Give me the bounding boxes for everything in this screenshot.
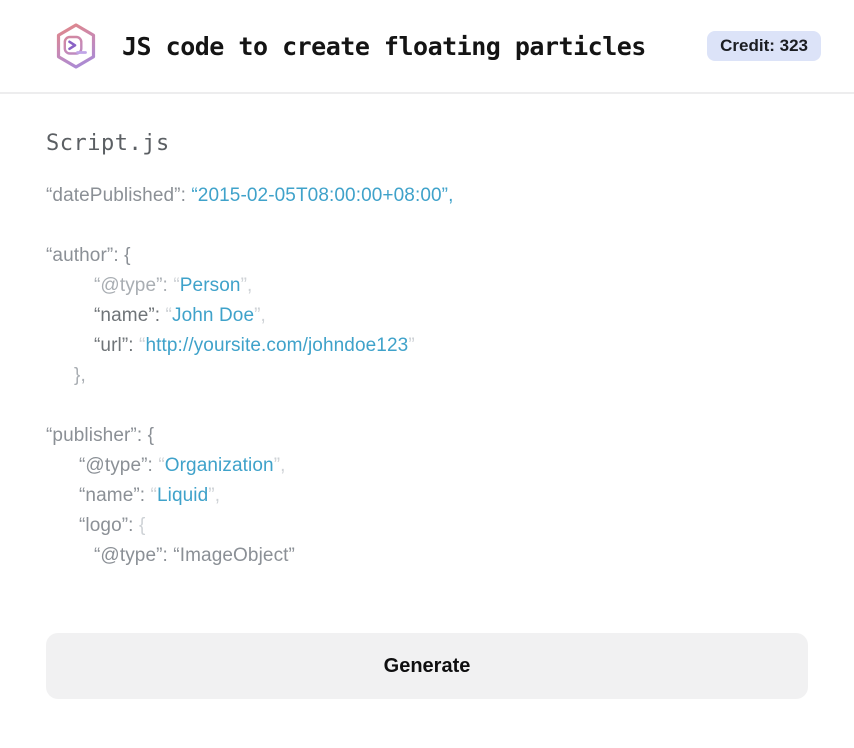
code-line: }, bbox=[46, 361, 808, 391]
code-line: “datePublished”: “2015-02-05T08:00:00+08… bbox=[46, 181, 808, 211]
header: JS code to create floating particles Cre… bbox=[0, 0, 854, 94]
code-line: “@type”: “Person”, bbox=[46, 271, 808, 301]
terminal-hexagon-icon-svg bbox=[56, 23, 96, 69]
credit-badge: Credit: 323 bbox=[707, 31, 821, 61]
code-line: “name”: “Liquid”, bbox=[46, 481, 808, 511]
code-line: “publisher”: { bbox=[46, 421, 808, 451]
code-line: “logo”: { bbox=[46, 511, 808, 541]
code-token: “@type”: “ImageObject” bbox=[94, 545, 295, 566]
code-filename: Script.js bbox=[46, 131, 170, 156]
code-token: ”, bbox=[273, 455, 286, 476]
code-token: { bbox=[138, 515, 146, 536]
code-token: }, bbox=[74, 365, 86, 386]
code-line: “@type”: “Organization”, bbox=[46, 451, 808, 481]
code-line: “@type”: “ImageObject” bbox=[46, 541, 808, 571]
code-line: “name”: “John Doe”, bbox=[46, 301, 808, 331]
code-token: Person bbox=[179, 275, 241, 296]
code-token: Liquid bbox=[156, 485, 209, 506]
code-token: John Doe bbox=[171, 305, 255, 326]
code-token: “2015-02-05T08:00:00+08:00”, bbox=[191, 185, 454, 206]
code-token: ”, bbox=[254, 305, 266, 326]
code-token: “name”: bbox=[94, 305, 166, 326]
code-token: Organization bbox=[164, 455, 274, 476]
code-token: “publisher”: { bbox=[46, 425, 155, 446]
code-token: “datePublished”: bbox=[46, 185, 192, 206]
generate-button[interactable]: Generate bbox=[46, 633, 808, 699]
code-token: “@type”: bbox=[79, 455, 159, 476]
code-line: “author”: { bbox=[46, 241, 808, 271]
page-title: JS code to create floating particles bbox=[122, 31, 646, 61]
code-token: “author”: { bbox=[46, 245, 131, 266]
code-block: “datePublished”: “2015-02-05T08:00:00+08… bbox=[46, 181, 808, 571]
code-token: ” bbox=[408, 335, 415, 356]
code-token: “logo”: bbox=[79, 515, 139, 536]
code-token: ”, bbox=[208, 485, 221, 506]
code-token: http://yoursite.com/johndoe123 bbox=[145, 335, 409, 356]
terminal-hexagon-icon bbox=[52, 22, 100, 70]
code-token: “url”: bbox=[94, 335, 140, 356]
main-content: Script.js “datePublished”: “2015-02-05T0… bbox=[0, 131, 854, 699]
code-token: “name”: bbox=[79, 485, 151, 506]
code-line: “url”: “http://yoursite.com/johndoe123” bbox=[46, 331, 808, 361]
code-token: “@type”: bbox=[94, 275, 174, 296]
code-token: ”, bbox=[240, 275, 253, 296]
